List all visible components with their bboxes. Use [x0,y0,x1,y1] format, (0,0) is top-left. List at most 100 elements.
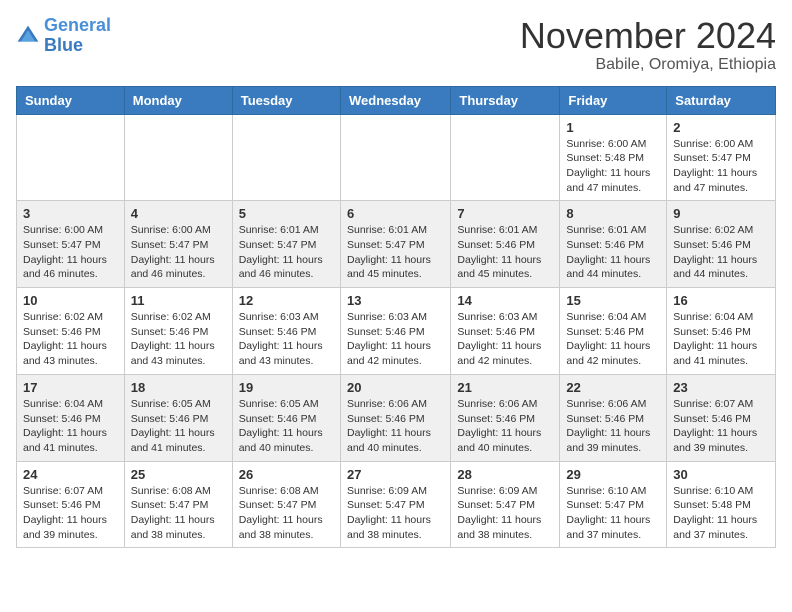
day-info: Sunrise: 6:08 AM Sunset: 5:47 PM Dayligh… [131,484,226,543]
day-info: Sunrise: 6:02 AM Sunset: 5:46 PM Dayligh… [23,310,118,369]
calendar-cell: 16Sunrise: 6:04 AM Sunset: 5:46 PM Dayli… [667,288,776,375]
day-number: 7 [457,206,553,221]
day-number: 15 [566,293,660,308]
calendar-cell [17,114,125,201]
day-info: Sunrise: 6:07 AM Sunset: 5:46 PM Dayligh… [23,484,118,543]
day-info: Sunrise: 6:05 AM Sunset: 5:46 PM Dayligh… [131,397,226,456]
day-info: Sunrise: 6:01 AM Sunset: 5:46 PM Dayligh… [566,223,660,282]
day-number: 8 [566,206,660,221]
day-info: Sunrise: 6:01 AM Sunset: 5:47 PM Dayligh… [239,223,334,282]
calendar-week-5: 24 Sunrise: 6:07 AM Sunset: 5:46 PM Dayli… [17,461,776,548]
calendar-cell: 5Sunrise: 6:01 AM Sunset: 5:47 PM Daylig… [232,201,340,288]
day-info: Sunrise: 6:00 AM Sunset: 5:47 PM Dayligh… [23,223,118,282]
day-number: 13 [347,293,444,308]
logo-icon [16,24,40,48]
day-number: 30 [673,467,769,482]
calendar-cell: 22Sunrise: 6:06 AM Sunset: 5:46 PM Dayli… [560,374,667,461]
day-info: Sunrise: 6:02 AM Sunset: 5:46 PM Dayligh… [131,310,226,369]
weekday-header-sunday: Sunday [17,86,125,114]
calendar-cell: 27Sunrise: 6:09 AM Sunset: 5:47 PM Dayli… [340,461,450,548]
calendar-cell: 21 Sunrise: 6:06 AM Sunset: 5:46 PM Dayli… [451,374,560,461]
day-info: Sunrise: 6:04 AM Sunset: 5:46 PM Dayligh… [566,310,660,369]
day-info: Sunrise: 6:06 AM Sunset: 5:46 PM Dayligh… [347,397,444,456]
day-number: 18 [131,380,226,395]
day-number: 29 [566,467,660,482]
calendar-cell: 26 Sunrise: 6:08 AM Sunset: 5:47 PM Dayli… [232,461,340,548]
calendar-cell: 23 Sunrise: 6:07 AM Sunset: 5:46 PM Dayli… [667,374,776,461]
calendar-cell: 19 Sunrise: 6:05 AM Sunset: 5:46 PM Dayli… [232,374,340,461]
weekday-header-friday: Friday [560,86,667,114]
day-number: 20 [347,380,444,395]
day-info: Sunrise: 6:06 AM Sunset: 5:46 PM Dayligh… [457,397,553,456]
weekday-header-wednesday: Wednesday [340,86,450,114]
logo: General Blue [16,16,111,56]
calendar-cell: 12 Sunrise: 6:03 AM Sunset: 5:46 PM Dayli… [232,288,340,375]
day-number: 25 [131,467,226,482]
calendar-week-1: 1 Sunrise: 6:00 AM Sunset: 5:48 PM Daylig… [17,114,776,201]
calendar-cell: 6Sunrise: 6:01 AM Sunset: 5:47 PM Daylig… [340,201,450,288]
day-info: Sunrise: 6:03 AM Sunset: 5:46 PM Dayligh… [457,310,553,369]
calendar-cell: 15 Sunrise: 6:04 AM Sunset: 5:46 PM Dayli… [560,288,667,375]
weekday-header-monday: Monday [124,86,232,114]
day-info: Sunrise: 6:07 AM Sunset: 5:46 PM Dayligh… [673,397,769,456]
calendar-cell: 1 Sunrise: 6:00 AM Sunset: 5:48 PM Daylig… [560,114,667,201]
day-info: Sunrise: 6:03 AM Sunset: 5:46 PM Dayligh… [347,310,444,369]
day-number: 24 [23,467,118,482]
day-number: 2 [673,120,769,135]
calendar-cell [124,114,232,201]
weekday-header-thursday: Thursday [451,86,560,114]
day-number: 1 [566,120,660,135]
calendar-cell: 3 Sunrise: 6:00 AM Sunset: 5:47 PM Daylig… [17,201,125,288]
day-info: Sunrise: 6:10 AM Sunset: 5:47 PM Dayligh… [566,484,660,543]
calendar-cell [232,114,340,201]
day-info: Sunrise: 6:06 AM Sunset: 5:46 PM Dayligh… [566,397,660,456]
day-number: 9 [673,206,769,221]
day-info: Sunrise: 6:01 AM Sunset: 5:46 PM Dayligh… [457,223,553,282]
day-info: Sunrise: 6:03 AM Sunset: 5:46 PM Dayligh… [239,310,334,369]
calendar-cell: 20 Sunrise: 6:06 AM Sunset: 5:46 PM Dayli… [340,374,450,461]
day-info: Sunrise: 6:04 AM Sunset: 5:46 PM Dayligh… [23,397,118,456]
calendar-cell: 30 Sunrise: 6:10 AM Sunset: 5:48 PM Dayli… [667,461,776,548]
day-info: Sunrise: 6:00 AM Sunset: 5:47 PM Dayligh… [673,137,769,196]
day-number: 6 [347,206,444,221]
logo-text: General Blue [44,16,111,56]
calendar-cell: 10Sunrise: 6:02 AM Sunset: 5:46 PM Dayli… [17,288,125,375]
calendar-cell: 13 Sunrise: 6:03 AM Sunset: 5:46 PM Dayli… [340,288,450,375]
calendar-cell: 2 Sunrise: 6:00 AM Sunset: 5:47 PM Daylig… [667,114,776,201]
calendar-cell: 8 Sunrise: 6:01 AM Sunset: 5:46 PM Daylig… [560,201,667,288]
day-number: 28 [457,467,553,482]
weekday-header-tuesday: Tuesday [232,86,340,114]
calendar-week-4: 17 Sunrise: 6:04 AM Sunset: 5:46 PM Dayli… [17,374,776,461]
calendar-cell: 28 Sunrise: 6:09 AM Sunset: 5:47 PM Dayli… [451,461,560,548]
day-number: 26 [239,467,334,482]
day-number: 4 [131,206,226,221]
calendar-week-2: 3 Sunrise: 6:00 AM Sunset: 5:47 PM Daylig… [17,201,776,288]
day-info: Sunrise: 6:10 AM Sunset: 5:48 PM Dayligh… [673,484,769,543]
day-number: 3 [23,206,118,221]
calendar-cell: 7 Sunrise: 6:01 AM Sunset: 5:46 PM Daylig… [451,201,560,288]
calendar-cell: 18 Sunrise: 6:05 AM Sunset: 5:46 PM Dayli… [124,374,232,461]
weekday-header-saturday: Saturday [667,86,776,114]
month-title: November 2024 [520,16,776,56]
day-number: 12 [239,293,334,308]
calendar-cell [451,114,560,201]
calendar-cell: 9Sunrise: 6:02 AM Sunset: 5:46 PM Daylig… [667,201,776,288]
day-number: 17 [23,380,118,395]
day-info: Sunrise: 6:00 AM Sunset: 5:47 PM Dayligh… [131,223,226,282]
day-number: 11 [131,293,226,308]
day-number: 14 [457,293,553,308]
day-number: 19 [239,380,334,395]
day-number: 23 [673,380,769,395]
day-info: Sunrise: 6:09 AM Sunset: 5:47 PM Dayligh… [457,484,553,543]
calendar-table: SundayMondayTuesdayWednesdayThursdayFrid… [16,86,776,549]
calendar-cell: 24 Sunrise: 6:07 AM Sunset: 5:46 PM Dayli… [17,461,125,548]
logo-line2: Blue [44,35,83,55]
day-info: Sunrise: 6:00 AM Sunset: 5:48 PM Dayligh… [566,137,660,196]
day-info: Sunrise: 6:08 AM Sunset: 5:47 PM Dayligh… [239,484,334,543]
calendar-cell: 14 Sunrise: 6:03 AM Sunset: 5:46 PM Dayli… [451,288,560,375]
logo-line1: General [44,15,111,35]
day-number: 27 [347,467,444,482]
day-number: 21 [457,380,553,395]
day-info: Sunrise: 6:04 AM Sunset: 5:46 PM Dayligh… [673,310,769,369]
day-info: Sunrise: 6:05 AM Sunset: 5:46 PM Dayligh… [239,397,334,456]
